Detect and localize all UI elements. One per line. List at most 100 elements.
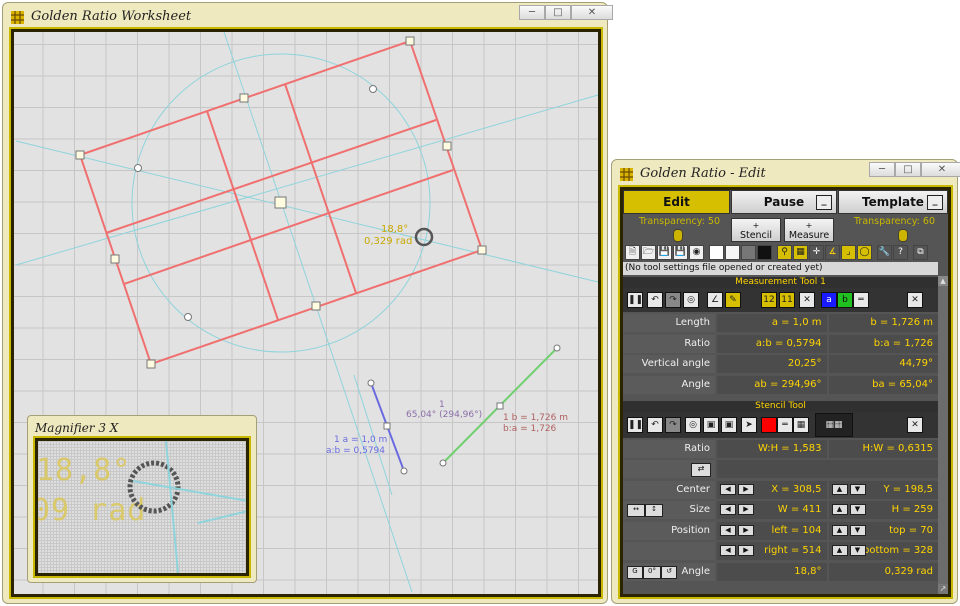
right-plus-icon[interactable]: ▶ [738, 545, 754, 556]
ratio-12-icon[interactable]: 12 [761, 292, 777, 308]
bottom-minus-icon[interactable]: ▲ [831, 545, 848, 556]
left-plus-icon[interactable]: ▶ [738, 525, 754, 536]
ratio-11-icon[interactable]: 11 [779, 292, 795, 308]
edit-titlebar[interactable]: Golden Ratio - Edit ─ □ ✕ [612, 160, 960, 188]
expand-icon[interactable]: ↕ [645, 504, 663, 517]
template-dash-button[interactable]: _ [927, 195, 943, 210]
save-icon[interactable]: 💾 [657, 245, 672, 260]
height-minus-icon[interactable]: ▲ [831, 504, 848, 515]
color-grey-swatch[interactable] [741, 245, 756, 260]
close-stencil-icon[interactable]: ✕ [907, 417, 923, 433]
stencil-handle[interactable] [477, 245, 487, 255]
minimize-button[interactable]: ─ [869, 162, 895, 177]
bottom-plus-icon[interactable]: ▼ [849, 545, 866, 556]
color-white-swatch[interactable] [709, 245, 724, 260]
segment-a-button[interactable]: a [821, 292, 837, 308]
top-plus-icon[interactable]: ▼ [849, 525, 866, 536]
angle-tool-icon[interactable]: ∠ [707, 292, 723, 308]
stencil-handle[interactable] [442, 141, 452, 151]
stencil-handle[interactable] [146, 359, 156, 369]
frame-icon[interactable]: ▣ [721, 417, 737, 433]
measure-handle[interactable] [553, 344, 561, 352]
worksheet-titlebar[interactable]: Golden Ratio Worksheet ─ □ ✕ [3, 3, 613, 31]
stencil-handle[interactable] [405, 36, 415, 46]
wrench-icon[interactable]: 🔧 [877, 245, 892, 260]
arrow-up-icon[interactable]: ▲ [831, 484, 848, 495]
tab-template[interactable]: Template _ [838, 190, 948, 214]
grid-icon[interactable]: ▦ [793, 245, 808, 260]
add-stencil-button[interactable]: + Stencil [731, 218, 781, 242]
camera-icon[interactable]: ◉ [689, 245, 704, 260]
snap-icon[interactable]: ⌟ [841, 245, 856, 260]
measure-mid-handle[interactable] [383, 422, 391, 430]
left-minus-icon[interactable]: ◀ [720, 525, 736, 536]
grid-layout-icon[interactable]: ▦ [793, 417, 809, 433]
vertical-scrollbar[interactable]: ▲ [938, 276, 948, 594]
redo-icon[interactable]: ↷ [665, 417, 681, 433]
transparency-left-knob[interactable] [673, 229, 683, 242]
stencil-handle[interactable] [75, 150, 85, 160]
open-file-icon[interactable]: 🗁 [641, 245, 656, 260]
guide-handle[interactable] [184, 313, 192, 321]
measure-x-icon[interactable]: ✕ [799, 292, 815, 308]
segment-b-button[interactable]: b [837, 292, 853, 308]
measure-mid-handle[interactable] [496, 402, 504, 410]
circle-icon[interactable]: ◯ [857, 245, 872, 260]
pencil-icon[interactable]: ✎ [725, 292, 741, 308]
stencil-center-handle[interactable] [274, 196, 287, 209]
tab-edit[interactable]: Edit [623, 190, 730, 214]
angle-icon[interactable]: ∡ [825, 245, 840, 260]
add-measure-button[interactable]: + Measure [784, 218, 834, 242]
undo-icon[interactable]: ↶ [647, 292, 663, 308]
transparency-right-knob[interactable] [898, 229, 908, 242]
minimize-button[interactable]: ─ [519, 5, 545, 20]
close-button[interactable]: ✕ [571, 5, 613, 20]
new-file-icon[interactable]: 🗎 [625, 245, 640, 260]
pause-icon[interactable]: ❚❚ [627, 417, 643, 433]
stencil-handle[interactable] [311, 301, 321, 311]
arrow-down-icon[interactable]: ▼ [849, 484, 866, 495]
line-style-icon[interactable]: ═ [777, 417, 793, 433]
guide-handle[interactable] [134, 164, 142, 172]
magnifier-icon[interactable]: ⚲ [777, 245, 792, 260]
measure-handle[interactable] [439, 459, 447, 467]
pause-icon[interactable]: ❚❚ [627, 292, 643, 308]
width-plus-icon[interactable]: ▶ [738, 504, 754, 515]
close-button[interactable]: ✕ [921, 162, 960, 177]
line-style-icon[interactable]: ═ [853, 292, 869, 308]
measure-handle[interactable] [367, 379, 375, 387]
window-restore-icon[interactable]: ⧉ [913, 245, 928, 260]
tab-pause[interactable]: Pause _ [731, 190, 837, 214]
top-minus-icon[interactable]: ▲ [831, 525, 848, 536]
target-icon[interactable]: ◎ [685, 417, 701, 433]
shrink-icon[interactable]: ↔ [627, 504, 645, 517]
scroll-up-icon[interactable]: ▲ [938, 276, 948, 286]
stencil-handle[interactable] [239, 93, 249, 103]
magnifier-window[interactable]: Magnifier 3 X 18,8° 09 rad [27, 415, 257, 583]
angle-reset-icon[interactable]: ↺ [661, 566, 677, 579]
help-icon[interactable]: ? [893, 245, 908, 260]
close-measurement-icon[interactable]: ✕ [907, 292, 923, 308]
maximize-button[interactable]: □ [895, 162, 921, 177]
resize-grip-icon[interactable]: ↗ [938, 584, 948, 594]
color-light-swatch[interactable] [725, 245, 740, 260]
target-icon[interactable]: ◎ [683, 292, 699, 308]
guide-handle[interactable] [369, 85, 377, 93]
redo-icon[interactable]: ↷ [665, 292, 681, 308]
angle-zero-button[interactable]: 0° [643, 566, 661, 579]
arrow-right-icon[interactable]: ▶ [738, 484, 754, 495]
width-minus-icon[interactable]: ◀ [720, 504, 736, 515]
height-plus-icon[interactable]: ▼ [849, 504, 866, 515]
pointer-icon[interactable]: ➤ [741, 417, 757, 433]
arrow-left-icon[interactable]: ◀ [720, 484, 736, 495]
color-black-swatch[interactable] [757, 245, 772, 260]
crosshair-icon[interactable]: ✛ [809, 245, 824, 260]
stencil-handle[interactable] [110, 254, 120, 264]
center-icon[interactable]: ▣ [703, 417, 719, 433]
right-minus-icon[interactable]: ◀ [720, 545, 736, 556]
rotation-handle[interactable] [414, 227, 434, 247]
pause-dash-button[interactable]: _ [816, 195, 832, 210]
stencil-color-swatch[interactable] [761, 417, 777, 433]
measure-handle[interactable] [400, 467, 408, 475]
save-as-icon[interactable]: 💾 [673, 245, 688, 260]
